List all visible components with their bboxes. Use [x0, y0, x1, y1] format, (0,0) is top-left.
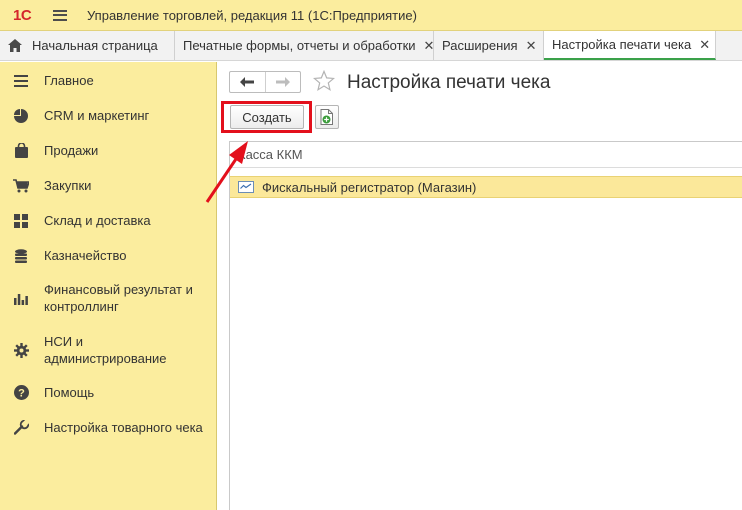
- close-icon[interactable]: ✕: [424, 38, 435, 54]
- sidebar-item-admin[interactable]: НСИ и администрирование: [0, 333, 217, 367]
- pie-chart-icon: [13, 108, 29, 124]
- gear-icon: [13, 342, 29, 358]
- svg-text:?: ?: [18, 388, 25, 400]
- home-icon: [8, 39, 22, 52]
- sidebar-item-help[interactable]: ? Помощь: [0, 384, 217, 401]
- form-area: Настройка печати чека Создать Касса ККМ …: [218, 62, 742, 510]
- sidebar: Главное CRM и маркетинг Продажи Закупки …: [0, 62, 217, 510]
- app-logo: 1С: [13, 6, 32, 24]
- title-bar: 1С Управление торговлей, редакция 11 (1С…: [0, 0, 742, 31]
- sidebar-item-warehouse[interactable]: Склад и доставка: [0, 212, 217, 229]
- create-button[interactable]: Создать: [230, 105, 304, 129]
- tab-label: Начальная страница: [32, 38, 158, 53]
- sidebar-item-label: Главное: [44, 73, 94, 88]
- sidebar-item-label: CRM и маркетинг: [44, 108, 150, 123]
- tab-label: Расширения: [442, 38, 518, 53]
- close-icon[interactable]: ✕: [699, 37, 710, 53]
- fiscal-register-icon: [238, 181, 254, 193]
- sidebar-item-label: Закупки: [44, 178, 92, 193]
- sidebar-item-purchases[interactable]: Закупки: [0, 177, 217, 194]
- help-icon: ?: [13, 385, 29, 401]
- sidebar-item-label: Настройка товарного чека: [44, 420, 203, 435]
- sidebar-item-crm[interactable]: CRM и маркетинг: [0, 107, 217, 124]
- tab-print-forms[interactable]: Печатные формы, отчеты и обработки ✕: [175, 31, 434, 60]
- cash-register-list[interactable]: Касса ККМ Фискальный регистратор (Магази…: [229, 141, 742, 510]
- sidebar-item-label: Склад и доставка: [44, 213, 151, 228]
- sidebar-item-financial-result[interactable]: Финансовый результат и контроллинг: [0, 281, 217, 315]
- create-copy-button[interactable]: [315, 105, 339, 129]
- add-document-icon: [320, 109, 333, 125]
- arrow-left-icon: [240, 77, 255, 87]
- sidebar-item-label: Продажи: [44, 143, 99, 158]
- sidebar-item-label: Помощь: [44, 385, 95, 400]
- history-nav: [229, 71, 301, 93]
- column-header-label: Касса ККМ: [238, 147, 303, 162]
- tab-label: Печатные формы, отчеты и обработки: [183, 38, 416, 53]
- back-button[interactable]: [230, 72, 265, 92]
- sidebar-item-label: Финансовый результат и контроллинг: [44, 282, 193, 314]
- menu-lines-icon: [13, 73, 29, 89]
- coins-icon: [13, 248, 29, 264]
- bar-chart-icon: [13, 290, 29, 306]
- tab-home[interactable]: Начальная страница: [0, 31, 175, 60]
- list-row-label: Фискальный регистратор (Магазин): [262, 179, 477, 195]
- forward-button[interactable]: [264, 72, 300, 92]
- close-icon[interactable]: ✕: [526, 38, 537, 54]
- tab-label: Настройка печати чека: [552, 37, 692, 52]
- main-menu-icon[interactable]: [53, 9, 67, 21]
- tab-receipt-print-settings[interactable]: Настройка печати чека ✕: [544, 31, 716, 60]
- sidebar-item-label: НСИ и администрирование: [44, 334, 167, 366]
- sidebar-item-sales[interactable]: Продажи: [0, 142, 217, 159]
- cart-icon: [13, 178, 29, 194]
- column-header-cash-register[interactable]: Касса ККМ: [230, 142, 742, 168]
- app-title: Управление торговлей, редакция 11 (1С:Пр…: [87, 7, 417, 23]
- sidebar-item-treasury[interactable]: Казначейство: [0, 247, 217, 264]
- tab-strip: Начальная страница Печатные формы, отчет…: [0, 31, 742, 61]
- sidebar-item-label: Казначейство: [44, 248, 127, 263]
- favorite-star-icon[interactable]: [313, 70, 335, 92]
- list-row[interactable]: Фискальный регистратор (Магазин): [230, 176, 742, 198]
- arrow-right-icon: [275, 77, 290, 87]
- sidebar-item-main[interactable]: Главное: [0, 72, 217, 89]
- shopping-bag-icon: [13, 143, 29, 159]
- sidebar-item-receipt-settings[interactable]: Настройка товарного чека: [0, 419, 217, 436]
- form-title: Настройка печати чека: [347, 72, 551, 93]
- tab-extensions[interactable]: Расширения ✕: [434, 31, 544, 60]
- grid-icon: [13, 213, 29, 229]
- wrench-icon: [13, 420, 29, 436]
